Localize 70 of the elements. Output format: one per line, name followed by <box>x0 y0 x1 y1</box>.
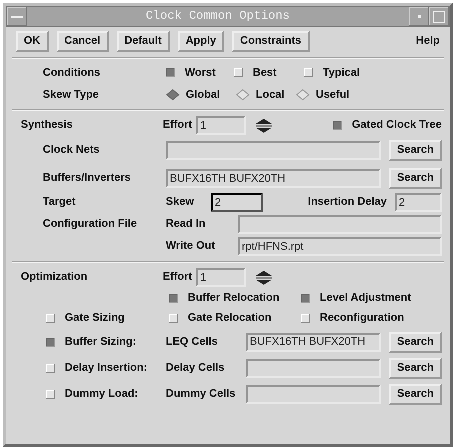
toolbar-button[interactable]: Apply <box>178 31 224 52</box>
checkbox[interactable] <box>169 294 178 303</box>
field-label: Dummy Cells <box>166 386 237 402</box>
search-button[interactable]: Search <box>389 140 442 161</box>
search-button[interactable]: Search <box>389 358 442 379</box>
spin-arrows-icon[interactable] <box>254 270 274 286</box>
effort-field[interactable]: 1 <box>196 116 246 135</box>
field-label: Skew Type <box>43 88 100 102</box>
checkbox[interactable] <box>301 294 310 303</box>
option-label: Delay Insertion: <box>65 360 148 376</box>
field-label: Configuration File <box>43 217 138 232</box>
search-button[interactable]: Search <box>389 168 442 189</box>
window-title: Clock Common Options <box>144 8 292 24</box>
option-label: Buffer Relocation <box>188 291 280 306</box>
cells-field[interactable] <box>246 384 382 404</box>
read-in-field[interactable] <box>238 215 442 234</box>
skew-field[interactable]: 2 <box>211 193 263 212</box>
cells-field[interactable]: BUFX16TH BUFX20TH <box>246 332 382 352</box>
radio-button[interactable] <box>236 88 250 101</box>
field-label: Effort <box>163 270 192 285</box>
search-button[interactable]: Search <box>389 332 442 353</box>
field-label: Buffers/Inverters <box>43 171 132 186</box>
window-menu-button[interactable] <box>7 7 27 26</box>
section-title: Optimization <box>21 270 89 285</box>
field-label: Target <box>43 195 77 210</box>
checkbox[interactable] <box>333 120 342 130</box>
option-label: Local <box>256 88 285 102</box>
option-label: Worst <box>185 66 216 80</box>
insertion-delay-field[interactable]: 2 <box>395 193 442 212</box>
field-label: Insertion Delay <box>308 195 387 210</box>
option-label: Typical <box>323 66 360 80</box>
radio-button[interactable] <box>296 88 310 101</box>
search-button[interactable]: Search <box>389 384 442 405</box>
maximize-button[interactable] <box>429 7 449 26</box>
option-label: Buffer Sizing: <box>65 334 136 350</box>
field-label: Skew <box>166 195 196 210</box>
section-title: Synthesis <box>21 118 74 133</box>
radio-button[interactable] <box>166 68 175 78</box>
cells-field[interactable] <box>246 358 382 378</box>
write-out-field[interactable]: rpt/HFNS.rpt <box>238 237 442 256</box>
clock-nets-field[interactable] <box>166 141 382 160</box>
field-label: Clock Nets <box>43 143 101 158</box>
toolbar-button[interactable]: Cancel <box>56 31 109 52</box>
toolbar-button[interactable]: OK <box>16 31 48 52</box>
option-label: Reconfiguration <box>320 311 404 326</box>
field-label: Write Out <box>166 239 216 254</box>
square-icon <box>433 10 445 22</box>
option-label: Gated Clock Tree <box>352 118 442 133</box>
option-label: Dummy Load: <box>65 386 138 402</box>
help-link[interactable]: Help <box>416 34 440 49</box>
option-label: Gate Sizing <box>65 311 125 326</box>
field-label: LEQ Cells <box>166 334 219 350</box>
checkbox[interactable] <box>46 338 55 347</box>
field-label: Effort <box>163 118 192 133</box>
option-label: Best <box>253 66 277 80</box>
bar-icon <box>11 14 23 18</box>
field-label: Read In <box>166 217 207 232</box>
field-label: Delay Cells <box>166 360 226 376</box>
field-label: Conditions <box>43 66 102 80</box>
option-label: Level Adjustment <box>320 291 412 306</box>
toolbar-button[interactable]: Default <box>116 31 170 52</box>
toolbar-button[interactable]: Constraints <box>232 31 310 52</box>
option-label: Useful <box>316 88 350 102</box>
spin-arrows-icon[interactable] <box>254 118 274 134</box>
effort-field[interactable]: 1 <box>196 268 246 287</box>
buffers-field[interactable]: BUFX16TH BUFX20TH <box>166 169 382 188</box>
minimize-button[interactable] <box>409 7 429 26</box>
option-label: Gate Relocation <box>188 311 272 326</box>
radio-button[interactable] <box>166 88 180 101</box>
option-label: Global <box>186 88 220 102</box>
